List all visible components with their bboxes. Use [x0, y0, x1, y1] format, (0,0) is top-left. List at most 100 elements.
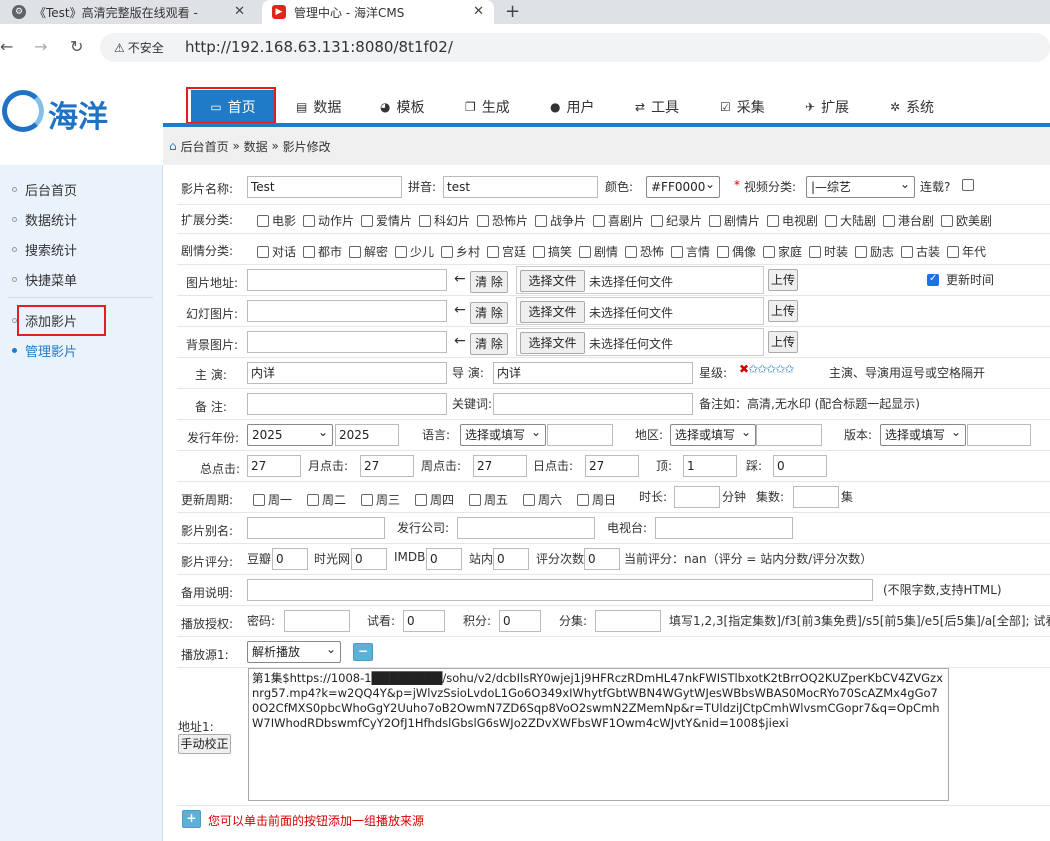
source-select[interactable]: 解析播放 [247, 639, 341, 663]
version-select[interactable]: 选择或填写 [880, 422, 966, 446]
browser-tab-1[interactable]: ⚙ 《Test》高清完整版在线观看 - ✕ [0, 0, 255, 24]
ext-category-checkbox[interactable]: 剧情片 [709, 212, 760, 229]
plot-category-checkbox[interactable]: 少儿 [395, 243, 434, 260]
ext-category-checkbox[interactable]: 港台剧 [883, 212, 934, 229]
browser-tab-2[interactable]: ▶ 管理中心 - 海洋CMS ✕ [262, 0, 494, 24]
keyword-input[interactable] [493, 393, 693, 415]
plot-category-checkbox[interactable]: 都市 [303, 243, 342, 260]
close-icon[interactable]: ✕ [234, 4, 245, 19]
plot-category-checkbox[interactable]: 家庭 [763, 243, 802, 260]
year-select[interactable]: 2025 [247, 422, 333, 446]
plot-category-checkbox[interactable]: 宫廷 [487, 243, 526, 260]
cycle-checkbox[interactable]: 周一 [253, 491, 292, 508]
actor-input[interactable]: 内详 [247, 362, 447, 384]
back-icon[interactable]: ← [0, 37, 13, 56]
day-click-input[interactable]: 27 [585, 455, 639, 477]
plot-category-checkbox[interactable]: 解密 [349, 243, 388, 260]
plot-category-checkbox[interactable]: 言情 [671, 243, 710, 260]
upload-button[interactable]: 上传 [768, 300, 798, 322]
breadcrumb-home[interactable]: 后台首页 [181, 138, 229, 155]
serial-checkbox[interactable] [962, 179, 974, 191]
down-input[interactable]: 0 [773, 455, 827, 477]
backup-input[interactable] [247, 579, 873, 601]
plot-category-checkbox[interactable]: 对话 [257, 243, 296, 260]
year-input[interactable]: 2025 [335, 424, 399, 446]
director-input[interactable]: 内详 [493, 362, 693, 384]
version-input[interactable] [967, 424, 1031, 446]
sidebar-item-manage-movie[interactable]: 管理影片 [12, 341, 77, 360]
plot-category-checkbox[interactable]: 年代 [947, 243, 986, 260]
security-indicator[interactable]: ⚠ 不安全 [114, 39, 164, 56]
nav-data[interactable]: ▤ 数据 [296, 90, 341, 123]
pic-input[interactable] [247, 269, 447, 291]
mtime-input[interactable]: 0 [351, 548, 387, 570]
sidebar-item-shortcuts[interactable]: 快捷菜单 [12, 270, 77, 289]
ext-category-checkbox[interactable]: 电视剧 [767, 212, 818, 229]
name-input[interactable]: Test [247, 176, 402, 198]
month-click-input[interactable]: 27 [360, 455, 414, 477]
clear-button[interactable]: 清 除 [470, 302, 508, 324]
cycle-checkbox[interactable]: 周五 [469, 491, 508, 508]
area-select[interactable]: 选择或填写 [670, 422, 756, 446]
upload-button[interactable]: 上传 [768, 269, 798, 291]
add-source-button[interactable]: + [182, 810, 201, 828]
duration-input[interactable] [674, 486, 720, 508]
plot-category-checkbox[interactable]: 剧情 [579, 243, 618, 260]
clear-button[interactable]: 清 除 [470, 333, 508, 355]
url-bar[interactable]: ⚠ 不安全 http://192.168.63.131:8080/8t1f02/ [100, 33, 1050, 62]
slide-input[interactable] [247, 300, 447, 322]
douban-input[interactable]: 0 [272, 548, 308, 570]
bg-input[interactable] [247, 331, 447, 353]
ext-category-checkbox[interactable]: 欧美剧 [941, 212, 992, 229]
breadcrumb-data[interactable]: 数据 [244, 138, 268, 155]
ext-category-checkbox[interactable]: 战争片 [535, 212, 586, 229]
update-time-checkbox[interactable]: 更新时间 [927, 271, 994, 288]
close-icon[interactable]: ✕ [473, 4, 484, 19]
plot-category-checkbox[interactable]: 时装 [809, 243, 848, 260]
note-input[interactable] [247, 393, 447, 415]
nav-extend[interactable]: ✈ 扩展 [805, 90, 849, 123]
language-input[interactable] [547, 424, 613, 446]
sidebar-item-search-stats[interactable]: 搜索统计 [12, 240, 77, 259]
tv-input[interactable] [655, 517, 793, 539]
publisher-input[interactable] [457, 517, 595, 539]
nav-system[interactable]: ✲ 系统 [890, 90, 934, 123]
color-select[interactable]: #FF0000 [646, 174, 720, 198]
imdb-input[interactable]: 0 [426, 548, 462, 570]
ext-category-checkbox[interactable]: 电影 [257, 212, 296, 229]
star-rating[interactable]: ✖✩✩✩✩✩ [739, 362, 794, 376]
up-input[interactable]: 1 [683, 455, 737, 477]
plot-category-checkbox[interactable]: 励志 [855, 243, 894, 260]
alias-input[interactable] [247, 517, 385, 539]
clear-rating-icon[interactable]: ✖ [739, 362, 749, 376]
nav-users[interactable]: ● 用户 [550, 90, 594, 123]
address-textarea[interactable]: 第1集$https://1008-1████████/sohu/v2/dcbIl… [248, 668, 949, 801]
nav-template[interactable]: ◕ 模板 [380, 90, 424, 123]
language-select[interactable]: 选择或填写 [460, 422, 546, 446]
cycle-checkbox[interactable]: 周六 [523, 491, 562, 508]
sidebar-item-home[interactable]: 后台首页 [12, 180, 77, 199]
ext-category-checkbox[interactable]: 喜剧片 [593, 212, 644, 229]
cycle-checkbox[interactable]: 周日 [577, 491, 616, 508]
ext-category-checkbox[interactable]: 动作片 [303, 212, 354, 229]
ext-category-checkbox[interactable]: 科幻片 [419, 212, 470, 229]
nav-generate[interactable]: ❐ 生成 [465, 90, 510, 123]
upload-button[interactable]: 上传 [768, 331, 798, 353]
category-select[interactable]: |—综艺 [806, 174, 915, 198]
plot-category-checkbox[interactable]: 搞笑 [533, 243, 572, 260]
plot-category-checkbox[interactable]: 乡村 [441, 243, 480, 260]
ext-category-checkbox[interactable]: 纪录片 [651, 212, 702, 229]
cycle-checkbox[interactable]: 周二 [307, 491, 346, 508]
area-input[interactable] [756, 424, 822, 446]
clear-button[interactable]: 清 除 [470, 271, 508, 293]
manual-fix-button[interactable]: 手动校正 [178, 734, 231, 754]
points-input[interactable]: 0 [499, 610, 541, 632]
ext-category-checkbox[interactable]: 大陆剧 [825, 212, 876, 229]
nav-tools[interactable]: ⇄ 工具 [635, 90, 679, 123]
total-click-input[interactable]: 27 [247, 455, 301, 477]
cycle-checkbox[interactable]: 周三 [361, 491, 400, 508]
choose-file-button[interactable]: 选择文件 [520, 270, 585, 292]
nav-collect[interactable]: ☑ 采集 [720, 90, 765, 123]
sidebar-item-stats[interactable]: 数据统计 [12, 210, 77, 229]
episode-input[interactable] [595, 610, 661, 632]
